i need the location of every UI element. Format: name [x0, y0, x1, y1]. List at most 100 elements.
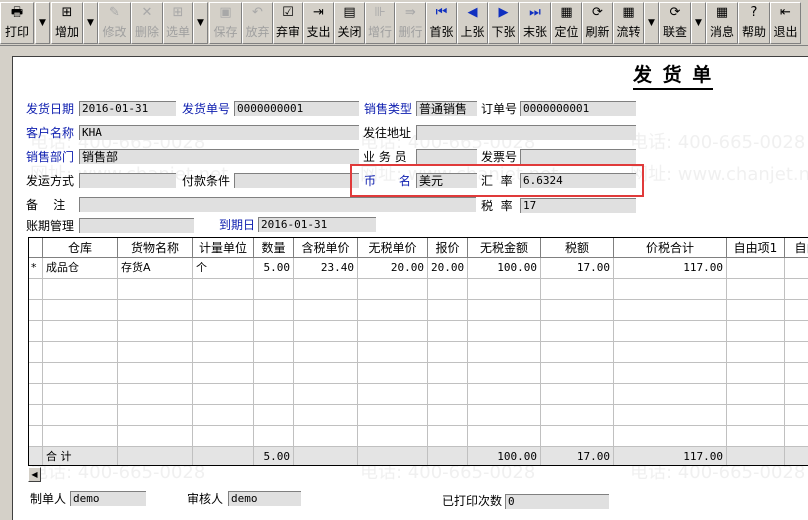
column-header[interactable]: 货物名称 — [118, 238, 193, 258]
detail-grid[interactable]: 仓库货物名称计量单位数量含税单价无税单价报价无税金额税额价税合计自由项1自由 *成… — [28, 237, 808, 466]
grid-cell[interactable] — [193, 426, 254, 447]
row-indicator[interactable] — [29, 279, 43, 300]
ship-address-field[interactable] — [416, 125, 636, 140]
grid-cell[interactable] — [193, 279, 254, 300]
grid-cell[interactable] — [785, 384, 808, 405]
grid-cell[interactable]: 成品仓 — [43, 258, 118, 279]
toolbar-button-locate[interactable]: ▦ 定位 — [551, 2, 582, 44]
row-indicator[interactable] — [29, 384, 43, 405]
column-header[interactable]: 税额 — [541, 238, 614, 258]
ship-no-field[interactable]: 0000000001 — [234, 101, 359, 116]
column-header[interactable]: 数量 — [254, 238, 294, 258]
grid-cell[interactable] — [118, 300, 193, 321]
grid-cell[interactable] — [727, 279, 785, 300]
toolbar-button-query[interactable]: ⟳ 联查 — [659, 2, 691, 44]
grid-cell[interactable] — [541, 300, 614, 321]
grid-cell[interactable] — [614, 342, 727, 363]
sale-type-label[interactable]: 销售类型 — [364, 100, 412, 117]
grid-cell[interactable] — [118, 426, 193, 447]
grid-cell[interactable] — [118, 321, 193, 342]
dept-label[interactable]: 销售部门 — [26, 148, 74, 165]
grid-cell[interactable] — [428, 279, 468, 300]
pay-terms-field[interactable] — [234, 173, 359, 188]
grid-cell[interactable] — [468, 300, 541, 321]
grid-cell[interactable] — [785, 300, 808, 321]
ship-method-field[interactable] — [79, 173, 176, 188]
grid-cell[interactable] — [358, 426, 428, 447]
grid-cell[interactable] — [727, 321, 785, 342]
toolbar-button-first[interactable]: ⏮ 首张 — [426, 2, 457, 44]
grid-cell[interactable] — [118, 405, 193, 426]
grid-cell[interactable] — [468, 426, 541, 447]
toolbar-button-printer[interactable]: 🖶 打印 — [0, 2, 34, 44]
grid-cell[interactable] — [358, 300, 428, 321]
grid-cell[interactable] — [428, 405, 468, 426]
grid-cell[interactable]: 23.40 — [294, 258, 358, 279]
ship-no-label[interactable]: 发货单号 — [182, 100, 230, 117]
grid-cell[interactable]: 117.00 — [614, 258, 727, 279]
account-period-field[interactable] — [79, 218, 194, 233]
grid-cell[interactable] — [614, 321, 727, 342]
salesman-field[interactable] — [416, 149, 477, 164]
toolbar-button-add-row[interactable]: ⊪ 增行 — [365, 2, 395, 44]
remark-field[interactable] — [79, 197, 476, 212]
column-header[interactable]: 报价 — [428, 238, 468, 258]
grid-cell[interactable] — [43, 279, 118, 300]
grid-cell[interactable] — [294, 405, 358, 426]
column-header[interactable]: 计量单位 — [193, 238, 254, 258]
row-indicator[interactable] — [29, 363, 43, 384]
grid-cell[interactable] — [294, 279, 358, 300]
grid-cell[interactable] — [785, 342, 808, 363]
row-indicator[interactable] — [29, 426, 43, 447]
toolbar-button-last[interactable]: ⏭ 末张 — [519, 2, 551, 44]
grid-cell[interactable] — [43, 300, 118, 321]
toolbar-button-undo[interactable]: ↶ 放弃 — [242, 2, 273, 44]
grid-cell[interactable] — [358, 384, 428, 405]
toolbar-button-edit[interactable]: ✎ 修改 — [98, 2, 131, 44]
grid-cell[interactable] — [358, 405, 428, 426]
toolbar-button-exit[interactable]: ⇤ 退出 — [770, 2, 801, 44]
tax-rate-field[interactable]: 17 — [520, 198, 636, 213]
grid-cell[interactable] — [428, 321, 468, 342]
grid-cell[interactable] — [727, 384, 785, 405]
grid-cell[interactable] — [358, 342, 428, 363]
column-header[interactable]: 价税合计 — [614, 238, 727, 258]
dropdown-arrow-icon[interactable]: ▼ — [83, 2, 98, 44]
toolbar-button-add[interactable]: ⊞ 增加 — [51, 2, 83, 44]
grid-cell[interactable] — [428, 363, 468, 384]
grid-cell[interactable] — [614, 363, 727, 384]
grid-cell[interactable] — [43, 363, 118, 384]
toolbar-button-flow[interactable]: ▦ 流转 — [613, 2, 644, 44]
grid-cell[interactable] — [785, 258, 808, 279]
due-date-field[interactable]: 2016-01-31 — [258, 217, 376, 232]
grid-cell[interactable] — [118, 342, 193, 363]
column-header[interactable]: 仓库 — [43, 238, 118, 258]
toolbar-button-next[interactable]: ▶ 下张 — [488, 2, 519, 44]
grid-cell[interactable] — [254, 300, 294, 321]
row-indicator[interactable] — [29, 321, 43, 342]
grid-cell[interactable] — [541, 405, 614, 426]
grid-cell[interactable] — [254, 342, 294, 363]
grid-cell[interactable] — [43, 384, 118, 405]
toolbar-button-refresh[interactable]: ⟳ 刷新 — [582, 2, 613, 44]
grid-cell[interactable] — [294, 363, 358, 384]
grid-cell[interactable] — [254, 279, 294, 300]
sale-type-field[interactable]: 普通销售 — [416, 101, 477, 116]
grid-cell[interactable] — [541, 426, 614, 447]
grid-cell[interactable]: 20.00 — [358, 258, 428, 279]
grid-cell[interactable] — [294, 384, 358, 405]
grid-cell[interactable] — [193, 300, 254, 321]
grid-cell[interactable] — [541, 342, 614, 363]
grid-cell[interactable] — [118, 279, 193, 300]
grid-cell[interactable] — [727, 300, 785, 321]
grid-cell[interactable] — [614, 384, 727, 405]
toolbar-button-delete[interactable]: ✕ 删除 — [131, 2, 163, 44]
grid-cell[interactable] — [727, 258, 785, 279]
scroll-left-button[interactable]: ◀ — [28, 467, 41, 482]
grid-cell[interactable] — [614, 279, 727, 300]
grid-cell[interactable] — [614, 405, 727, 426]
grid-cell[interactable] — [43, 405, 118, 426]
grid-cell[interactable]: 100.00 — [468, 258, 541, 279]
toolbar-button-close-doc[interactable]: ▤ 关闭 — [334, 2, 365, 44]
grid-cell[interactable] — [727, 363, 785, 384]
